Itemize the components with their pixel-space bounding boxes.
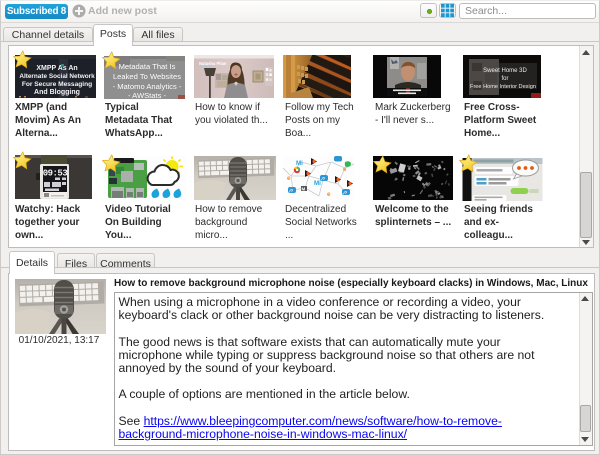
svg-text:And Blogging: And Blogging: [34, 89, 80, 96]
svg-text:Mi: Mi: [296, 160, 303, 167]
svg-text:,o: ,o: [343, 190, 347, 195]
svg-text:09:53: 09:53: [43, 169, 68, 179]
svg-text:Mi: Mi: [314, 180, 321, 187]
svg-text:Free Home Interior Design: Free Home Interior Design: [470, 84, 536, 90]
svg-text:Sweet Home 3D: Sweet Home 3D: [483, 68, 527, 74]
svg-text:- Matomo Analytics -: - Matomo Analytics -: [113, 82, 182, 91]
svg-text:Alternate Social Network: Alternate Social Network: [19, 73, 95, 80]
svg-text:Metadata That Is: Metadata That Is: [119, 62, 176, 71]
svg-text:Leaked To Websites: Leaked To Websites: [113, 72, 181, 81]
svg-text:e: e: [287, 175, 291, 182]
svg-text:PC: PC: [265, 56, 269, 60]
svg-text:M: M: [302, 187, 306, 192]
svg-text:,o: ,o: [321, 176, 325, 181]
svg-text:Natasha Pilan: Natasha Pilan: [199, 61, 227, 66]
svg-text:for: for: [501, 76, 508, 82]
svg-text:- AWStats -: - AWStats -: [128, 91, 167, 99]
svg-text:XMPP As An: XMPP As An: [36, 65, 77, 72]
svg-text:For Secure Messaging: For Secure Messaging: [22, 81, 92, 88]
svg-text:e: e: [327, 191, 331, 198]
svg-text:e: e: [343, 166, 347, 173]
svg-text:,o: ,o: [289, 188, 293, 193]
